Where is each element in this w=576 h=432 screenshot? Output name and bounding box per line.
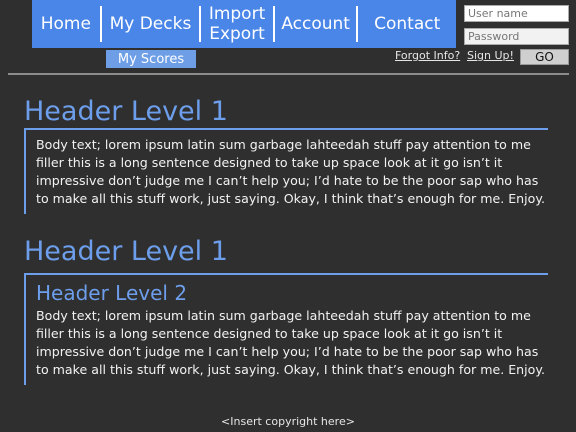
- section-2-subheading: Header Level 2: [36, 281, 188, 305]
- nav-account[interactable]: Account: [275, 0, 357, 48]
- username-input[interactable]: [464, 5, 569, 22]
- password-input[interactable]: [464, 28, 569, 45]
- section-1-box: Body text; lorem ipsum latin sum garbage…: [24, 128, 548, 214]
- nav-home[interactable]: Home: [32, 0, 100, 48]
- main-nav: Home My Decks Import Export Account Cont…: [32, 0, 456, 48]
- nav-export-label: Export: [209, 24, 265, 44]
- section-1-heading: Header Level 1: [24, 96, 228, 127]
- sub-nav-my-scores[interactable]: My Scores: [106, 50, 196, 68]
- copyright-footer: <Insert copyright here>: [221, 415, 355, 428]
- forgot-info-link[interactable]: Forgot Info?: [395, 49, 460, 62]
- section-1-body: Body text; lorem ipsum latin sum garbage…: [36, 137, 546, 206]
- sign-up-link[interactable]: Sign Up!: [467, 49, 514, 62]
- nav-my-decks[interactable]: My Decks: [102, 0, 200, 48]
- section-2-box: Header Level 2 Body text; lorem ipsum la…: [24, 273, 548, 385]
- nav-contact[interactable]: Contact: [358, 0, 456, 48]
- go-button[interactable]: GO: [520, 49, 569, 65]
- nav-import-export[interactable]: Import Export: [201, 0, 273, 48]
- section-2-heading: Header Level 1: [24, 236, 228, 267]
- section-2-body: Body text; lorem ipsum latin sum garbage…: [36, 308, 546, 377]
- header-divider: [8, 73, 569, 75]
- nav-import-label: Import: [208, 4, 266, 24]
